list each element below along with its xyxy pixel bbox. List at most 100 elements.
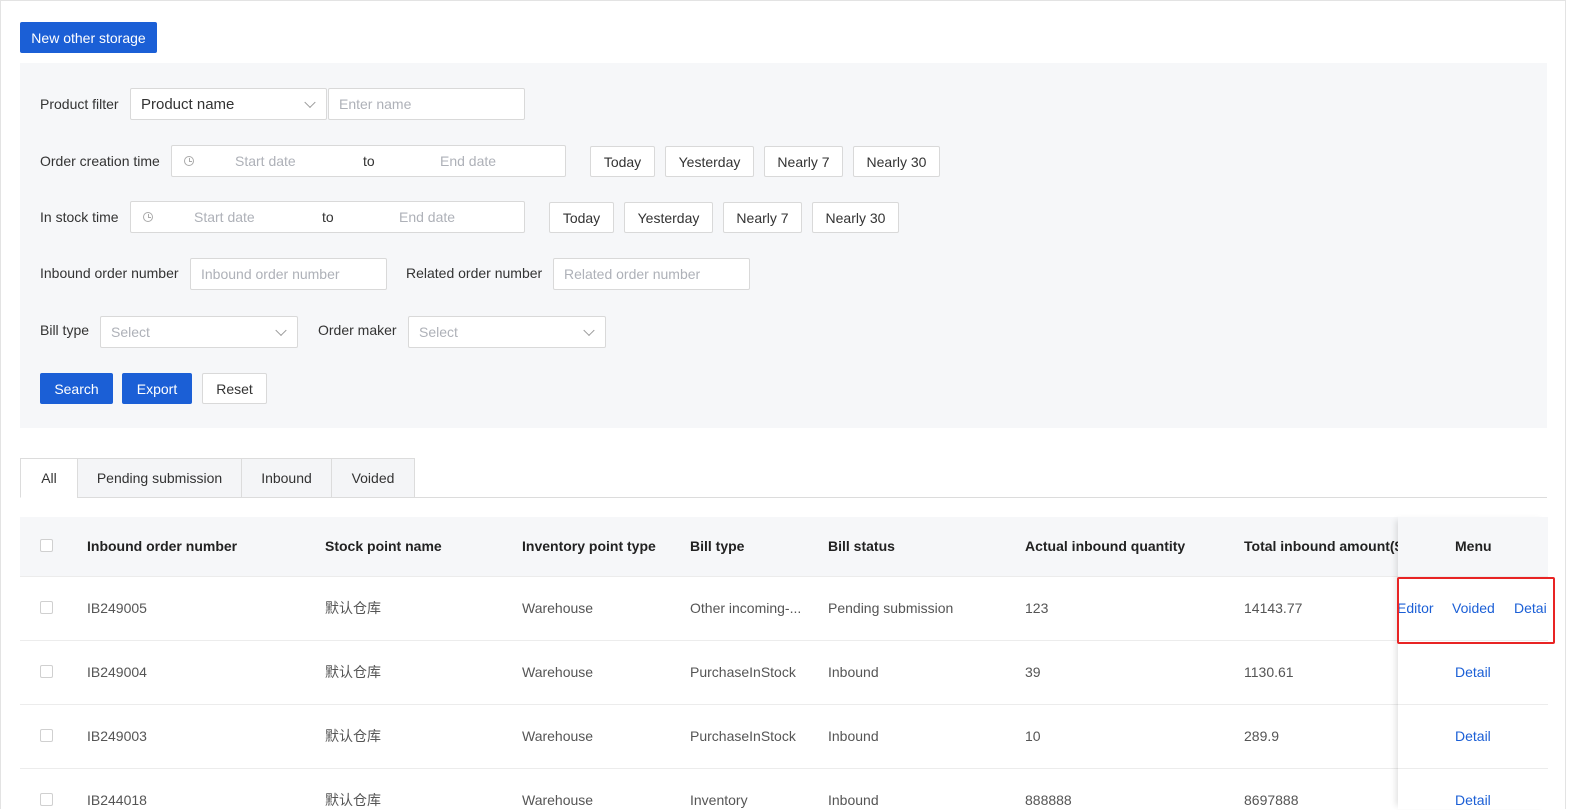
cell-bill-status: Inbound (828, 664, 879, 680)
col-inventory-point-type[interactable]: Inventory point type (522, 538, 656, 554)
row-divider (20, 768, 1547, 769)
tab-voided[interactable]: Voided (331, 458, 415, 498)
row-detail-link[interactable]: Detail (1455, 664, 1491, 680)
cell-order-number: IB244018 (87, 792, 147, 808)
product-name-input[interactable]: Enter name (328, 88, 525, 120)
in-stock-label: In stock time (40, 209, 119, 225)
product-name-placeholder: Enter name (339, 96, 412, 112)
row-divider (20, 576, 1547, 577)
row-divider (20, 640, 1547, 641)
cell-bill-status: Inbound (828, 728, 879, 744)
related-order-placeholder: Related order number (564, 266, 701, 282)
col-menu: Menu (1455, 538, 1492, 554)
order-creation-sep: to (363, 153, 375, 169)
in-stock-range[interactable]: Start date to End date (130, 201, 525, 233)
cell-amount: 8697888 (1244, 792, 1299, 808)
col-actual-inbound-quantity[interactable]: Actual inbound quantity (1025, 538, 1185, 554)
col-total-inbound-amount[interactable]: Total inbound amount($ (1244, 538, 1398, 554)
product-filter-value: Product name (141, 95, 235, 113)
tab-all[interactable]: All (20, 458, 78, 498)
cell-stock-point: 默认仓库 (325, 728, 381, 744)
col-inbound-order-number[interactable]: Inbound order number (87, 538, 237, 554)
cell-quantity: 10 (1025, 728, 1041, 744)
cell-order-number: IB249003 (87, 728, 147, 744)
chevron-down-icon (583, 324, 595, 337)
in-stock-nearly30-button[interactable]: Nearly 30 (812, 202, 899, 233)
clock-icon (143, 212, 153, 222)
in-stock-yesterday-button[interactable]: Yesterday (624, 202, 713, 233)
cell-stock-point: 默认仓库 (325, 792, 381, 808)
in-stock-sep: to (322, 209, 334, 225)
product-filter-label: Product filter (40, 96, 119, 112)
row-checkbox[interactable] (40, 793, 53, 806)
related-order-label: Related order number (406, 265, 543, 281)
select-all-checkbox[interactable] (40, 539, 53, 552)
row-divider (20, 704, 1547, 705)
menu-column (1398, 517, 1548, 809)
bill-type-label: Bill type (40, 322, 90, 338)
cell-bill-status: Inbound (828, 792, 879, 808)
inbound-order-placeholder: Inbound order number (201, 266, 340, 282)
row-detail-link[interactable]: Detail (1455, 792, 1491, 808)
search-button[interactable]: Search (40, 373, 113, 404)
cell-bill-type: Inventory (690, 792, 748, 808)
col-bill-type[interactable]: Bill type (690, 538, 744, 554)
cell-point-type: Warehouse (522, 728, 594, 744)
order-creation-range[interactable]: Start date to End date (171, 145, 566, 177)
order-creation-end: End date (440, 153, 497, 169)
product-filter-select[interactable]: Product name (130, 88, 327, 120)
cell-quantity: 888888 (1025, 792, 1072, 808)
order-creation-label: Order creation time (40, 153, 160, 169)
in-stock-today-button[interactable]: Today (549, 202, 614, 233)
in-stock-nearly7-button[interactable]: Nearly 7 (723, 202, 802, 233)
cell-bill-type: PurchaseInStock (690, 664, 796, 680)
bill-type-placeholder: Select (111, 324, 150, 340)
row-checkbox[interactable] (40, 601, 53, 614)
order-creation-yesterday-button[interactable]: Yesterday (665, 146, 754, 177)
cell-point-type: Warehouse (522, 600, 594, 616)
cell-stock-point: 默认仓库 (325, 600, 381, 616)
cell-quantity: 123 (1025, 600, 1049, 616)
row-checkbox[interactable] (40, 729, 53, 742)
inbound-order-input[interactable]: Inbound order number (190, 258, 387, 290)
row-divider (1398, 704, 1548, 705)
in-stock-end: End date (399, 209, 456, 225)
cell-amount: 14143.77 (1244, 600, 1303, 616)
order-creation-nearly30-button[interactable]: Nearly 30 (853, 146, 940, 177)
chevron-down-icon (304, 96, 316, 109)
in-stock-start: Start date (194, 209, 255, 225)
tab-pending-submission[interactable]: Pending submission (77, 458, 242, 498)
cell-bill-type: Other incoming-... (690, 600, 802, 616)
tab-inbound[interactable]: Inbound (241, 458, 332, 498)
chevron-down-icon (275, 324, 287, 337)
bill-type-select[interactable]: Select (100, 316, 298, 348)
inbound-order-label: Inbound order number (40, 265, 179, 281)
order-maker-placeholder: Select (419, 324, 458, 340)
cell-amount: 1130.61 (1244, 664, 1294, 680)
cell-point-type: Warehouse (522, 664, 594, 680)
new-other-storage-button[interactable]: New other storage (20, 22, 157, 53)
order-creation-start: Start date (235, 153, 296, 169)
row-divider (1398, 768, 1548, 769)
order-maker-select[interactable]: Select (408, 316, 606, 348)
col-stock-point-name[interactable]: Stock point name (325, 538, 442, 554)
clock-icon (184, 156, 194, 166)
highlight-box (1397, 577, 1555, 644)
related-order-input[interactable]: Related order number (553, 258, 750, 290)
order-maker-label: Order maker (318, 322, 397, 338)
row-detail-link[interactable]: Detail (1455, 728, 1491, 744)
cell-point-type: Warehouse (522, 792, 594, 808)
col-bill-status[interactable]: Bill status (828, 538, 895, 554)
cell-order-number: IB249004 (87, 664, 147, 680)
cell-order-number: IB249005 (87, 600, 147, 616)
reset-button[interactable]: Reset (202, 373, 267, 404)
export-button[interactable]: Export (122, 373, 192, 404)
cell-quantity: 39 (1025, 664, 1041, 680)
cell-bill-type: PurchaseInStock (690, 728, 796, 744)
cell-stock-point: 默认仓库 (325, 664, 381, 680)
order-creation-today-button[interactable]: Today (590, 146, 655, 177)
row-checkbox[interactable] (40, 665, 53, 678)
order-creation-nearly7-button[interactable]: Nearly 7 (764, 146, 843, 177)
cell-amount: 289.9 (1244, 728, 1280, 744)
cell-bill-status: Pending submission (828, 600, 954, 616)
